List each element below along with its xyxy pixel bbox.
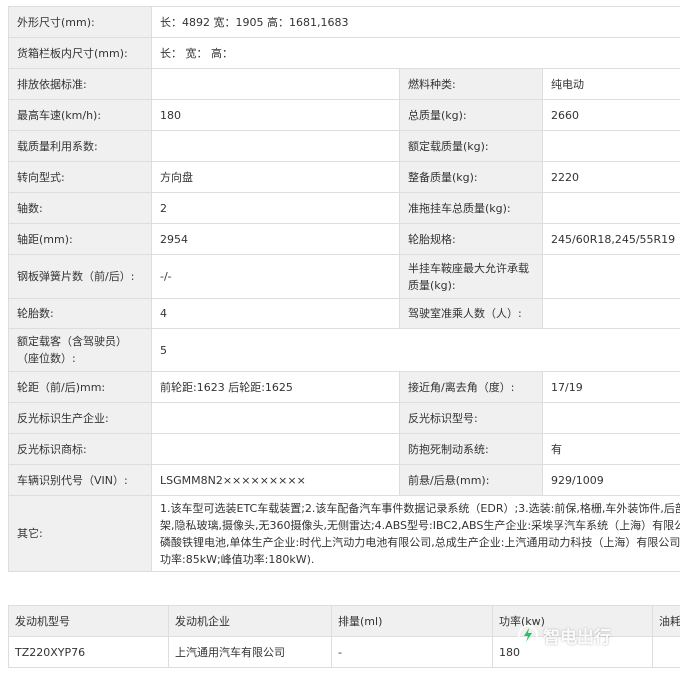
- reflector-model-value: [541, 402, 680, 434]
- dimensions-label: 外形尺寸(mm):: [8, 6, 152, 38]
- max-speed-label: 最高车速(km/h):: [8, 99, 152, 131]
- engine-maker-header: 发动机企业: [168, 605, 332, 637]
- cab-seats-label: 驾驶室准乘人数（人）:: [399, 298, 543, 329]
- spec-row-tires-cab: 轮胎数: 4 驾驶室准乘人数（人）:: [8, 298, 680, 329]
- reflector-brand-label: 反光标识商标:: [8, 433, 152, 465]
- spec-row-reflector: 反光标识生产企业: 反光标识型号:: [8, 402, 680, 434]
- load-util-value: [151, 130, 400, 162]
- reflector-maker-value: [151, 402, 400, 434]
- tire-count-value: 4: [151, 298, 400, 329]
- axles-label: 轴数:: [8, 192, 152, 224]
- spec-row-wheelbase-tire: 轴距(mm): 2954 轮胎规格: 245/60R18,245/55R19: [8, 223, 680, 255]
- engine-table: 发动机型号 发动机企业 排量(ml) 功率(kw) 油耗 TZ220XYP76 …: [8, 605, 680, 668]
- cargo-box-label: 货箱栏板内尺寸(mm):: [8, 37, 152, 69]
- spec-row-rated-seats: 额定载客（含驾驶员）（座位数）: 5: [8, 328, 680, 372]
- abs-label: 防抱死制动系统:: [399, 433, 543, 465]
- fuel-consumption-header: 油耗: [652, 605, 680, 637]
- spec-row-speed-mass: 最高车速(km/h): 180 总质量(kg): 2660: [8, 99, 680, 131]
- engine-model-cell: TZ220XYP76: [8, 636, 169, 668]
- power-header: 功率(kw): [492, 605, 653, 637]
- engine-model-header: 发动机型号: [8, 605, 169, 637]
- leaf-springs-label: 钢板弹簧片数（前/后）:: [8, 254, 152, 299]
- engine-header-row: 发动机型号 发动机企业 排量(ml) 功率(kw) 油耗: [8, 605, 680, 637]
- curb-mass-label: 整备质量(kg):: [399, 161, 543, 193]
- spec-row-steering-curb: 转向型式: 方向盘 整备质量(kg): 2220: [8, 161, 680, 193]
- steering-value: 方向盘: [151, 161, 400, 193]
- approach-departure-value: 17/19: [541, 371, 680, 403]
- other-notes: 1.该车型可选装ETC车载装置;2.该车配备汽车事件数据记录系统（EDR）;3.…: [150, 495, 680, 572]
- spec-row-track-angles: 轮距（前/后)mm: 前轮距:1623 后轮距:1625 接近角/离去角（度）:…: [8, 371, 680, 403]
- vehicle-spec-table: 外形尺寸(mm): 长：4892 宽：1905 高：1681,1683 货箱栏板…: [8, 6, 680, 572]
- vin-value: LSGMM8N2×××××××××: [151, 464, 400, 496]
- spec-row-vin-overhang: 车辆识别代号（VIN）: LSGMM8N2××××××××× 前悬/后悬(mm)…: [8, 464, 680, 496]
- dimensions-value: 长：4892 宽：1905 高：1681,1683: [150, 6, 680, 38]
- saddle-load-label: 半挂车鞍座最大允许承载质量(kg):: [399, 254, 543, 299]
- tire-count-label: 轮胎数:: [8, 298, 152, 329]
- other-label: 其它:: [8, 495, 152, 572]
- vin-label: 车辆识别代号（VIN）:: [8, 464, 152, 496]
- rated-load-label: 额定载质量(kg):: [399, 130, 543, 162]
- fuel-type-value: 纯电动: [541, 68, 680, 100]
- spec-row-other: 其它: 1.该车型可选装ETC车载装置;2.该车配备汽车事件数据记录系统（EDR…: [8, 495, 680, 572]
- abs-value: 有: [541, 433, 680, 465]
- spec-row-dimensions: 外形尺寸(mm): 长：4892 宽：1905 高：1681,1683: [8, 6, 680, 38]
- displacement-header: 排量(ml): [331, 605, 493, 637]
- other-note-line: 功率:85kW;峰值功率:180kW).: [160, 552, 315, 566]
- other-note-line: 1.该车型可选装ETC车载装置;2.该车配备汽车事件数据记录系统（EDR）;3.…: [160, 501, 680, 515]
- cargo-box-value: 长： 宽： 高：: [150, 37, 680, 69]
- reflector-brand-value: [151, 433, 400, 465]
- curb-mass-value: 2220: [541, 161, 680, 193]
- rated-seats-label: 额定载客（含驾驶员）（座位数）:: [8, 328, 152, 372]
- power-cell: 180: [492, 636, 653, 668]
- other-note-line: 架,隐私玻璃,摄像头,无360摄像头,无侧雷达;4.ABS型号:IBC2,ABS…: [160, 518, 680, 532]
- fuel-consumption-cell: [652, 636, 680, 668]
- spec-row-emission-fuel: 排放依据标准: 燃料种类: 纯电动: [8, 68, 680, 100]
- table-gap: [0, 579, 680, 605]
- engine-data-row: TZ220XYP76 上汽通用汽车有限公司 - 180: [8, 636, 680, 668]
- reflector-maker-label: 反光标识生产企业:: [8, 402, 152, 434]
- saddle-load-value: [541, 254, 680, 299]
- spec-row-cargo-box: 货箱栏板内尺寸(mm): 长： 宽： 高：: [8, 37, 680, 69]
- gross-mass-value: 2660: [541, 99, 680, 131]
- trailer-mass-value: [541, 192, 680, 224]
- track-value: 前轮距:1623 后轮距:1625: [151, 371, 400, 403]
- spec-row-axles-trailer: 轴数: 2 准拖挂车总质量(kg):: [8, 192, 680, 224]
- other-note-line: 磷酸铁锂电池,单体生产企业:时代上汽动力电池有限公司,总成生产企业:上汽通用动力…: [160, 535, 680, 549]
- tire-spec-value: 245/60R18,245/55R19: [541, 223, 680, 255]
- displacement-cell: -: [331, 636, 493, 668]
- emission-std-label: 排放依据标准:: [8, 68, 152, 100]
- load-util-label: 载质量利用系数:: [8, 130, 152, 162]
- engine-maker-cell: 上汽通用汽车有限公司: [168, 636, 332, 668]
- leaf-springs-value: -/-: [151, 254, 400, 299]
- fuel-type-label: 燃料种类:: [399, 68, 543, 100]
- overhang-label: 前悬/后悬(mm):: [399, 464, 543, 496]
- axles-value: 2: [151, 192, 400, 224]
- overhang-value: 929/1009: [541, 464, 680, 496]
- rated-load-value: [541, 130, 680, 162]
- gross-mass-label: 总质量(kg):: [399, 99, 543, 131]
- spec-row-springs-saddle: 钢板弹簧片数（前/后）: -/- 半挂车鞍座最大允许承载质量(kg):: [8, 254, 680, 299]
- track-label: 轮距（前/后)mm:: [8, 371, 152, 403]
- steering-label: 转向型式:: [8, 161, 152, 193]
- reflector-model-label: 反光标识型号:: [399, 402, 543, 434]
- cab-seats-value: [541, 298, 680, 329]
- max-speed-value: 180: [151, 99, 400, 131]
- emission-std-value: [151, 68, 400, 100]
- rated-seats-value: 5: [150, 328, 680, 372]
- wheelbase-value: 2954: [151, 223, 400, 255]
- wheelbase-label: 轴距(mm):: [8, 223, 152, 255]
- approach-departure-label: 接近角/离去角（度）:: [399, 371, 543, 403]
- spec-row-brand-abs: 反光标识商标: 防抱死制动系统: 有: [8, 433, 680, 465]
- tire-spec-label: 轮胎规格:: [399, 223, 543, 255]
- trailer-mass-label: 准拖挂车总质量(kg):: [399, 192, 543, 224]
- spec-row-load: 载质量利用系数: 额定载质量(kg):: [8, 130, 680, 162]
